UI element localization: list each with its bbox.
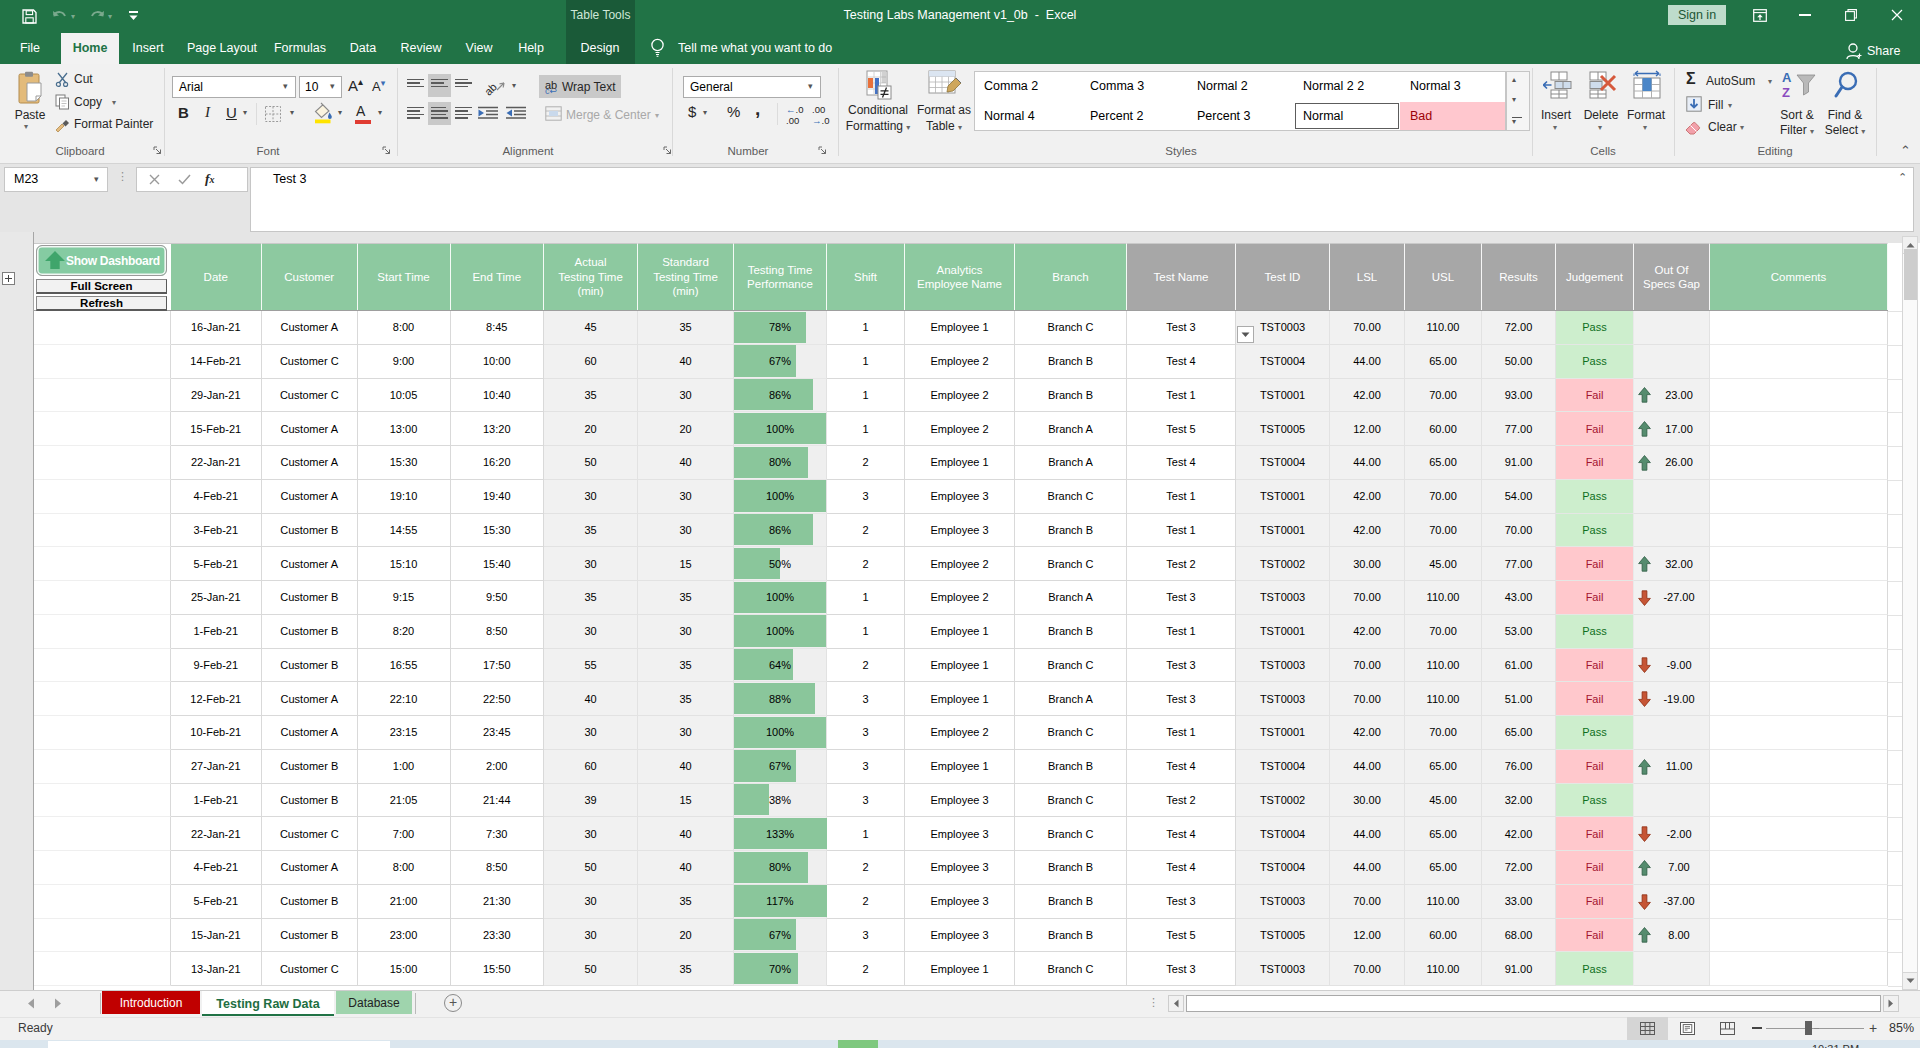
svg-text:ab: ab bbox=[483, 81, 499, 98]
